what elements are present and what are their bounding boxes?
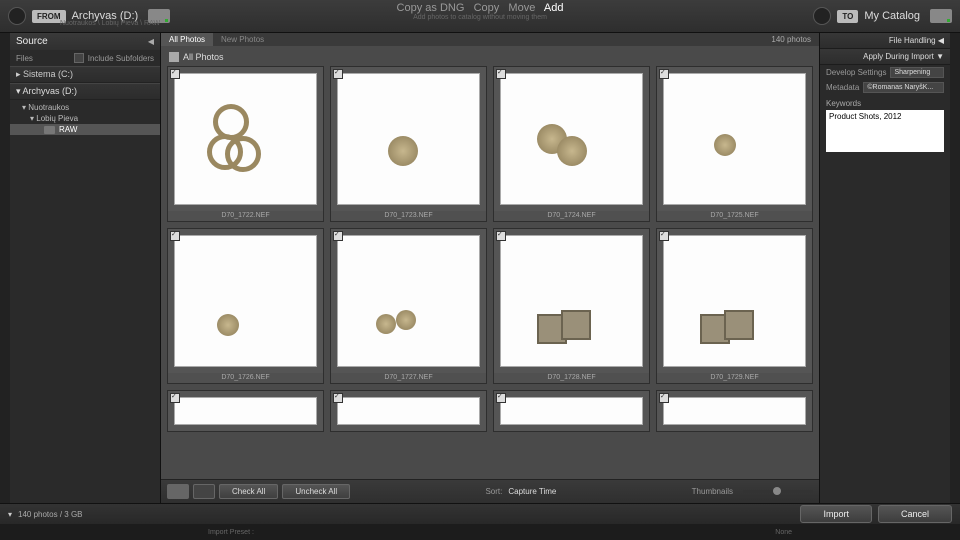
- thumb-checkbox[interactable]: [496, 393, 506, 403]
- thumb-cell[interactable]: D70_1728.NEF: [493, 228, 650, 384]
- op-add[interactable]: Add: [544, 2, 564, 14]
- thumb-checkbox[interactable]: [170, 231, 180, 241]
- to-catalog-label[interactable]: My Catalog: [864, 10, 920, 22]
- catalog-icon: [930, 9, 952, 23]
- thumb-checkbox[interactable]: [659, 69, 669, 79]
- sort-value[interactable]: Capture Time: [508, 487, 556, 496]
- tree-nuotraukos[interactable]: ▾ Nuotraukos: [10, 102, 160, 113]
- tab-new-photos[interactable]: New Photos: [213, 33, 272, 46]
- nav-fwd-button[interactable]: [813, 7, 831, 25]
- files-label: Files: [16, 54, 33, 63]
- uncheck-all-button[interactable]: Uncheck All: [282, 484, 350, 499]
- thumb-filename: D70_1727.NEF: [331, 373, 486, 383]
- import-button[interactable]: Import: [800, 505, 872, 523]
- thumb-cell[interactable]: [167, 390, 324, 432]
- include-subfolders-label: Include Subfolders: [88, 54, 154, 63]
- develop-settings-dropdown[interactable]: Sharpening: [890, 67, 944, 78]
- tree-raw[interactable]: RAW: [10, 124, 160, 135]
- cancel-button[interactable]: Cancel: [878, 505, 952, 523]
- op-move[interactable]: Move: [508, 2, 535, 14]
- thumb-checkbox[interactable]: [333, 69, 343, 79]
- section-title: All Photos: [183, 52, 224, 62]
- filmstrip-toggle-icon[interactable]: ▾: [8, 510, 12, 519]
- left-panel-collapse[interactable]: [0, 33, 10, 503]
- file-handling-header[interactable]: File Handling ◀: [820, 33, 950, 49]
- tree-lobiu-pieva[interactable]: ▾ Lobių Pieva: [10, 113, 160, 124]
- op-copy[interactable]: Copy: [474, 2, 500, 14]
- thumb-cell[interactable]: D70_1723.NEF: [330, 66, 487, 222]
- thumb-cell[interactable]: [656, 390, 813, 432]
- drive-row-c[interactable]: ▸ Sistema (C:): [10, 66, 160, 83]
- section-checkbox[interactable]: [169, 52, 179, 62]
- chevron-down-icon: ▼: [936, 52, 944, 61]
- import-preset-label[interactable]: Import Preset :: [208, 529, 254, 536]
- thumbnail-size-slider[interactable]: [743, 490, 813, 493]
- source-panel-header[interactable]: Source◀: [10, 33, 160, 50]
- nav-back-button[interactable]: [8, 7, 26, 25]
- thumb-cell[interactable]: D70_1729.NEF: [656, 228, 813, 384]
- keywords-label: Keywords: [826, 99, 944, 108]
- thumb-checkbox[interactable]: [333, 231, 343, 241]
- thumb-checkbox[interactable]: [659, 393, 669, 403]
- tab-all-photos[interactable]: All Photos: [161, 33, 213, 46]
- thumb-checkbox[interactable]: [170, 69, 180, 79]
- drive-row-d[interactable]: ▾ Archyvas (D:): [10, 83, 160, 100]
- import-preset-value[interactable]: None: [775, 529, 792, 536]
- thumb-filename: D70_1726.NEF: [168, 373, 323, 383]
- thumb-checkbox[interactable]: [496, 231, 506, 241]
- import-status: 140 photos / 3 GB: [18, 510, 83, 519]
- grid-view-button[interactable]: [167, 484, 189, 499]
- thumb-filename: D70_1722.NEF: [168, 211, 323, 221]
- folder-icon: [44, 126, 55, 134]
- thumb-filename: D70_1723.NEF: [331, 211, 486, 221]
- thumbnail-size-label: Thumbnails: [692, 487, 733, 496]
- include-subfolders-checkbox[interactable]: [74, 53, 84, 63]
- breadcrumb: Nuotraukos \ Lobių Pieva \ RAW: [60, 20, 160, 27]
- thumb-checkbox[interactable]: [659, 231, 669, 241]
- thumb-cell[interactable]: D70_1724.NEF: [493, 66, 650, 222]
- to-badge: TO: [837, 10, 858, 23]
- thumb-checkbox[interactable]: [333, 393, 343, 403]
- metadata-label: Metadata: [826, 83, 859, 92]
- metadata-dropdown[interactable]: ©Romanas NaryšK...: [863, 82, 944, 93]
- thumb-cell[interactable]: D70_1722.NEF: [167, 66, 324, 222]
- check-all-button[interactable]: Check All: [219, 484, 278, 499]
- keywords-input[interactable]: Product Shots, 2012: [826, 110, 944, 152]
- chevron-left-icon: ◀: [938, 36, 944, 45]
- thumb-filename: D70_1725.NEF: [657, 211, 812, 221]
- thumb-cell[interactable]: D70_1727.NEF: [330, 228, 487, 384]
- photo-count: 140 photos: [763, 33, 819, 46]
- thumb-checkbox[interactable]: [170, 393, 180, 403]
- thumb-cell[interactable]: [330, 390, 487, 432]
- thumb-cell[interactable]: D70_1725.NEF: [656, 66, 813, 222]
- apply-during-import-header[interactable]: Apply During Import ▼: [820, 49, 950, 65]
- thumb-filename: D70_1724.NEF: [494, 211, 649, 221]
- thumb-cell[interactable]: D70_1726.NEF: [167, 228, 324, 384]
- thumb-filename: D70_1729.NEF: [657, 373, 812, 383]
- op-copy-dng[interactable]: Copy as DNG: [397, 2, 465, 14]
- thumb-checkbox[interactable]: [496, 69, 506, 79]
- develop-settings-label: Develop Settings: [826, 68, 886, 77]
- thumb-filename: D70_1728.NEF: [494, 373, 649, 383]
- sort-label: Sort:: [485, 487, 502, 496]
- right-panel-collapse[interactable]: [950, 33, 960, 503]
- loupe-view-button[interactable]: [193, 484, 215, 499]
- thumb-cell[interactable]: [493, 390, 650, 432]
